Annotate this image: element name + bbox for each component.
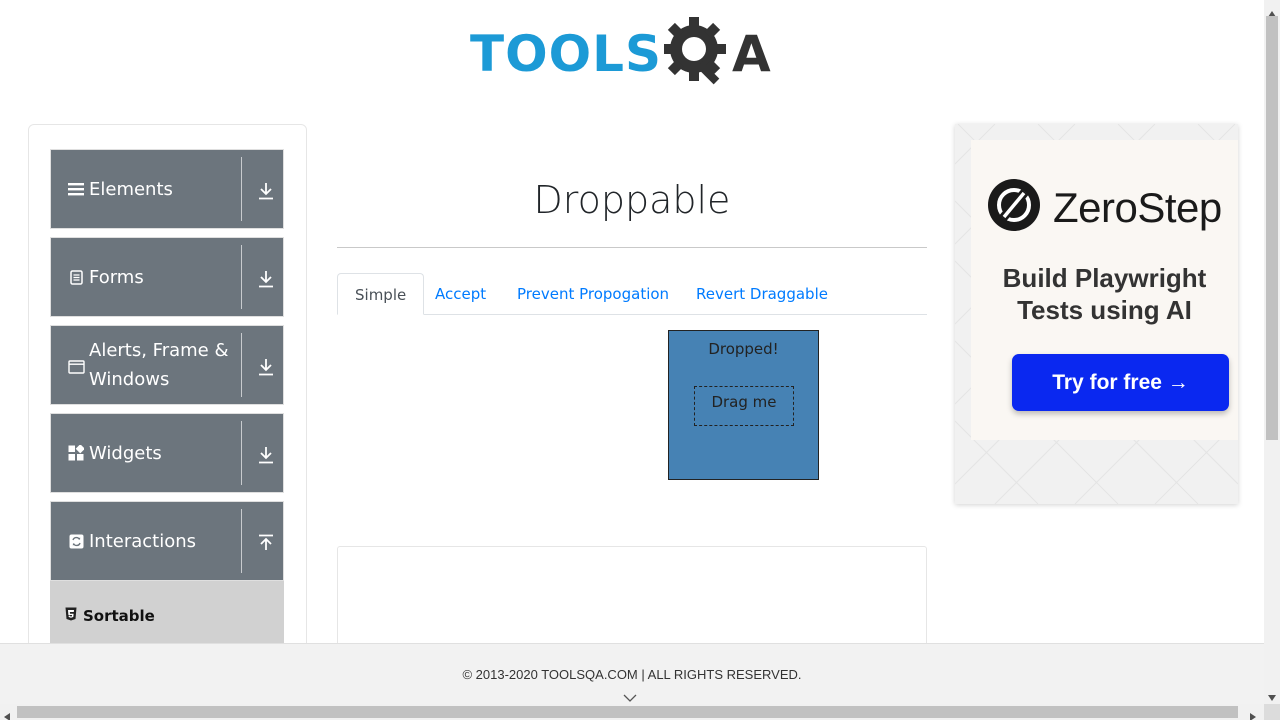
sidebar-group-forms[interactable]: Forms (50, 237, 284, 317)
zerostep-logo-icon (987, 178, 1041, 237)
ad-tagline: Build Playwright Tests using AI (1002, 263, 1207, 325)
ad-brand: ZeroStep (987, 178, 1222, 237)
sidebar-item-sortable[interactable]: Sortable (50, 581, 284, 651)
divider (337, 247, 927, 248)
html5-icon (65, 607, 77, 626)
toolsqa-logo[interactable]: TOOLS A (470, 14, 800, 94)
droppable-text: Dropped! (708, 340, 779, 358)
sidebar-group-label: Widgets (89, 442, 162, 464)
draggable-box[interactable]: Drag me (694, 386, 794, 426)
ad-brand-name: ZeroStep (1053, 183, 1222, 231)
page-title: Droppable (533, 178, 731, 222)
hamburger-icon (67, 180, 85, 198)
sidebar-group-alerts[interactable]: Alerts, Frame & Windows (50, 325, 284, 405)
document-icon (67, 268, 85, 286)
download-arrow-icon[interactable] (255, 444, 277, 466)
download-arrow-icon[interactable] (255, 268, 277, 290)
upload-arrow-icon[interactable] (255, 532, 277, 554)
logo-suffix: A (732, 25, 771, 83)
horizontal-scroll-thumb[interactable] (17, 706, 1238, 718)
divider (241, 333, 242, 397)
download-arrow-icon[interactable] (255, 356, 277, 378)
sidebar-group-label: Elements (89, 178, 173, 200)
chevron-down-icon[interactable] (622, 690, 638, 702)
divider (241, 245, 242, 309)
logo-text: TOOLS (470, 25, 662, 83)
ad-cta-button[interactable]: Try for free → (1012, 354, 1229, 411)
sidebar-group-widgets[interactable]: Widgets (50, 413, 284, 493)
sidebar-group-interactions[interactable]: Interactions (50, 501, 284, 581)
widgets-icon (67, 444, 85, 462)
download-arrow-icon[interactable] (255, 180, 277, 202)
vertical-scroll-thumb[interactable] (1266, 16, 1278, 440)
left-panel: Elements Forms Alerts, Frame & Windows W… (28, 124, 307, 684)
scrollbar-corner (1264, 704, 1280, 720)
gear-magnifier-icon (662, 15, 730, 94)
sidebar-item-label: Sortable (83, 607, 155, 625)
divider (241, 509, 242, 573)
sidebar-group-label: Alerts, Frame & Windows (89, 340, 229, 390)
sidebar-group-label: Forms (89, 266, 144, 288)
droppable-box[interactable]: Dropped! Drag me (668, 330, 819, 480)
window-icon (67, 358, 85, 376)
footer: © 2013-2020 TOOLSQA.COM | ALL RIGHTS RES… (0, 643, 1264, 705)
tab-bar: Simple Accept Prevent Propogation Revert… (337, 273, 927, 315)
sidebar-group-elements[interactable]: Elements (50, 149, 284, 229)
footer-copyright: © 2013-2020 TOOLSQA.COM | ALL RIGHTS RES… (462, 667, 802, 682)
sidebar-group-label: Interactions (89, 530, 197, 552)
horizontal-scrollbar[interactable] (0, 704, 1264, 720)
tab-revert-draggable[interactable]: Revert Draggable (679, 273, 845, 315)
divider (241, 421, 242, 485)
refresh-icon (67, 532, 85, 550)
advertisement[interactable]: ZeroStep Build Playwright Tests using AI… (955, 124, 1238, 504)
tab-simple[interactable]: Simple (337, 273, 425, 315)
divider (241, 157, 242, 221)
scroll-right-arrow-icon[interactable] (1250, 708, 1256, 720)
scroll-left-arrow-icon[interactable] (4, 708, 10, 720)
ad-card: ZeroStep Build Playwright Tests using AI… (971, 140, 1238, 440)
tab-accept[interactable]: Accept (418, 273, 503, 315)
tab-prevent-propogation[interactable]: Prevent Propogation (500, 273, 686, 315)
vertical-scrollbar[interactable] (1264, 0, 1280, 704)
